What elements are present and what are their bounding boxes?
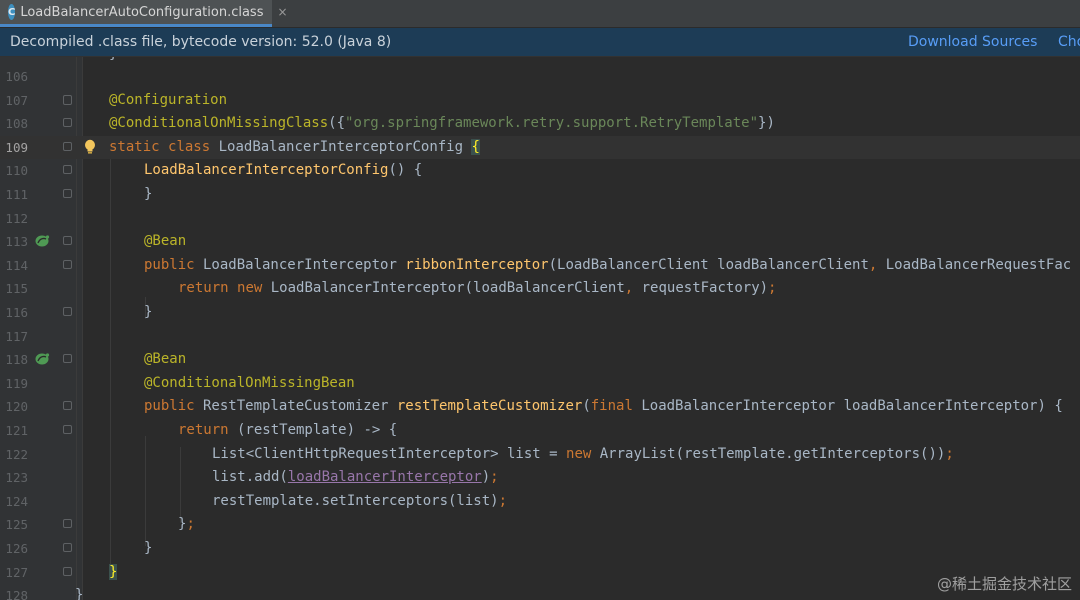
fold-marker-icon[interactable] — [63, 189, 72, 198]
fold-marker-icon[interactable] — [63, 401, 72, 411]
fold-marker-icon[interactable] — [63, 236, 72, 246]
tab-label: LoadBalancerAutoConfiguration.class — [20, 4, 264, 20]
fold-marker-icon[interactable] — [63, 354, 72, 364]
line-number: 116 — [5, 305, 28, 320]
line-number: 128 — [5, 588, 28, 600]
fold-marker-icon[interactable] — [63, 118, 72, 128]
line-number: 108 — [5, 116, 28, 132]
code-line: 115 return new LoadBalancerInterceptor(l… — [0, 277, 1080, 301]
code-line: 122 List<ClientHttpRequestInterceptor> l… — [0, 443, 1080, 467]
download-sources-link[interactable]: Download Sources — [908, 34, 1037, 50]
code-line: 113 @Bean — [0, 230, 1080, 254]
decompiled-notice-banner: Decompiled .class file, bytecode version… — [0, 28, 1080, 57]
line-number: 106 — [5, 69, 28, 84]
line-number: 109 — [5, 139, 28, 155]
code-line: 123 list.add(loadBalancerInterceptor); — [0, 466, 1080, 490]
code-line: 125 }; — [0, 513, 1080, 537]
line-number: 117 — [5, 328, 28, 344]
close-icon[interactable]: × — [277, 5, 287, 19]
fold-marker-icon[interactable] — [63, 259, 72, 269]
code-line: 126 } — [0, 537, 1080, 561]
code-line: 124 restTemplate.setInterceptors(list); — [0, 490, 1080, 514]
code-line: 111 } — [0, 183, 1080, 207]
intention-bulb-icon[interactable] — [84, 139, 96, 155]
editor-tab-bar: C LoadBalancerAutoConfiguration.class × — [0, 0, 1080, 28]
fold-marker-icon[interactable] — [63, 165, 72, 175]
code-line: 114 public LoadBalancerInterceptor ribbo… — [0, 254, 1080, 278]
code-line-current: 109 static class LoadBalancerInterceptor… — [0, 135, 1080, 160]
fold-marker-icon[interactable] — [63, 543, 72, 552]
line-number: 124 — [5, 493, 28, 509]
code-editor[interactable]: } 106 107 @Configuration 108 @Conditiona… — [0, 57, 1080, 600]
code-line: 121 return (restTemplate) -> { — [0, 419, 1080, 443]
line-number: 114 — [5, 257, 28, 273]
watermark: @稀土掘金技术社区 — [936, 575, 1072, 593]
code-line: 108 @ConditionalOnMissingClass({"org.spr… — [0, 112, 1080, 136]
fold-marker-icon[interactable] — [63, 307, 72, 316]
code-line: 127 } — [0, 561, 1080, 585]
code-line: 120 public RestTemplateCustomizer restTe… — [0, 395, 1080, 419]
line-number: 111 — [5, 187, 28, 202]
line-number: 125 — [5, 517, 28, 533]
tab-loadbalancer-autoconfiguration[interactable]: C LoadBalancerAutoConfiguration.class × — [0, 0, 288, 27]
line-number: 120 — [5, 399, 28, 415]
code-line: 116 } — [0, 301, 1080, 325]
fold-marker-icon[interactable] — [63, 425, 72, 434]
code-line: 118 @Bean — [0, 348, 1080, 372]
spring-bean-icon[interactable] — [34, 234, 50, 248]
spring-bean-icon[interactable] — [34, 352, 50, 366]
code-line: 112 — [0, 207, 1080, 231]
choose-sources-link[interactable]: Cho — [1058, 34, 1080, 50]
code-line: 106 — [0, 65, 1080, 89]
fold-marker-icon[interactable] — [63, 141, 72, 151]
fold-marker-icon[interactable] — [63, 94, 72, 105]
line-number: 107 — [5, 92, 28, 108]
line-number: 119 — [5, 375, 28, 391]
line-number: 127 — [5, 564, 28, 580]
line-number: 110 — [5, 163, 28, 179]
class-file-icon: C — [8, 4, 16, 20]
line-number: 118 — [5, 352, 28, 368]
fold-marker-icon[interactable] — [63, 566, 72, 576]
line-number: 123 — [5, 470, 28, 486]
line-number: 121 — [5, 423, 28, 438]
banner-text: Decompiled .class file, bytecode version… — [10, 34, 392, 50]
line-number: 115 — [5, 281, 28, 297]
code-line: 110 LoadBalancerInterceptorConfig() { — [0, 159, 1080, 183]
line-number: 112 — [5, 210, 28, 226]
fold-marker-icon[interactable] — [63, 519, 72, 529]
code-line: 119 @ConditionalOnMissingBean — [0, 372, 1080, 396]
code-line: 107 @Configuration — [0, 89, 1080, 113]
code-line: 117 — [0, 325, 1080, 349]
line-number: 122 — [5, 446, 28, 462]
line-number: 113 — [5, 234, 28, 250]
code-line: 128 } — [0, 584, 1080, 600]
line-number: 126 — [5, 541, 28, 556]
